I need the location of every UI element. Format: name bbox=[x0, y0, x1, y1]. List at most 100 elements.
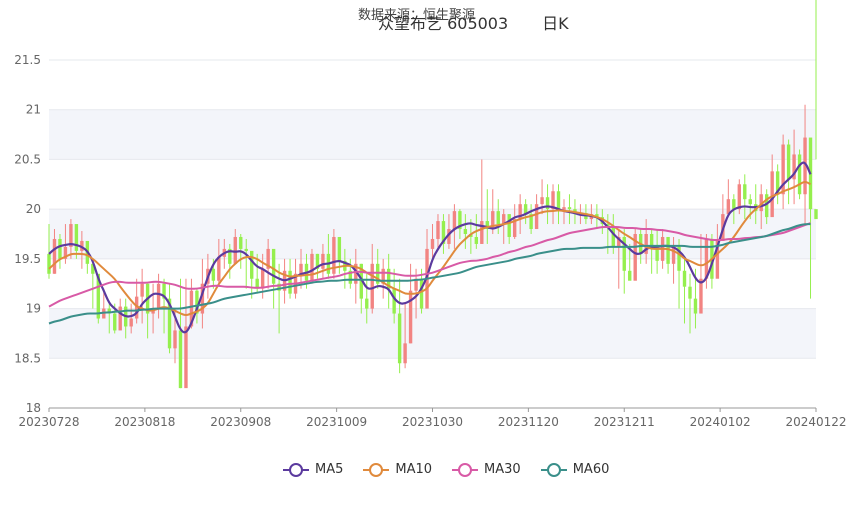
candle-body bbox=[474, 236, 479, 244]
candle-body bbox=[628, 270, 632, 281]
candle-body bbox=[814, 209, 818, 220]
legend-label-ma30: MA30 bbox=[484, 462, 521, 477]
candle-body bbox=[507, 214, 511, 237]
y-tick-label: 20.5 bbox=[14, 152, 41, 166]
candle[interactable] bbox=[310, 248, 314, 284]
x-axis-ticks: 20230728 20230818 20230908 20231009 20231030… bbox=[18, 407, 847, 429]
candle-body bbox=[233, 236, 237, 264]
candle-body bbox=[211, 268, 216, 281]
legend-item-ma60[interactable]: MA60 bbox=[540, 462, 610, 477]
candle-body bbox=[430, 238, 435, 249]
y-tick-label: 19 bbox=[26, 302, 41, 316]
candle-body bbox=[239, 236, 243, 249]
candle[interactable] bbox=[666, 236, 670, 274]
candle[interactable] bbox=[337, 236, 342, 274]
candle-body bbox=[463, 229, 468, 234]
candle-body bbox=[452, 211, 457, 230]
x-tick-label: 20240102 bbox=[690, 415, 751, 429]
ma60-swatch-icon bbox=[540, 462, 567, 477]
candle-body bbox=[496, 211, 500, 225]
candle-body bbox=[419, 278, 424, 309]
candle-body bbox=[743, 184, 747, 200]
candle-body bbox=[244, 248, 248, 251]
candle-body bbox=[321, 253, 325, 269]
candle[interactable] bbox=[184, 278, 188, 389]
candle[interactable] bbox=[58, 234, 62, 269]
candle-body bbox=[797, 154, 802, 195]
y-axis-ticks: 18 18.5 19 19.5 20 20.5 21 21.5 bbox=[14, 53, 41, 415]
candle[interactable] bbox=[381, 258, 385, 299]
candle[interactable] bbox=[726, 179, 731, 215]
candle[interactable] bbox=[781, 134, 785, 210]
candle-body bbox=[184, 326, 188, 389]
candle[interactable] bbox=[770, 154, 774, 218]
y-tick-label: 18.5 bbox=[14, 351, 41, 365]
candle-body bbox=[567, 207, 572, 210]
y-tick-label: 19.5 bbox=[14, 252, 41, 266]
candle-body bbox=[699, 278, 703, 314]
candle-body bbox=[310, 253, 314, 281]
candle[interactable] bbox=[228, 243, 232, 279]
x-tick-label: 20230908 bbox=[210, 415, 271, 429]
candle-body bbox=[770, 171, 774, 218]
candle[interactable] bbox=[633, 229, 637, 281]
candle-body bbox=[288, 270, 292, 294]
y-tick-label: 21 bbox=[26, 103, 41, 117]
candle[interactable] bbox=[271, 248, 276, 309]
candle[interactable] bbox=[534, 194, 539, 230]
candle[interactable] bbox=[491, 189, 495, 234]
candle-body bbox=[173, 330, 177, 349]
candle[interactable] bbox=[397, 278, 402, 374]
candle[interactable] bbox=[167, 283, 172, 354]
candle-body bbox=[786, 144, 791, 180]
x-tick-label: 20231009 bbox=[306, 415, 367, 429]
candle-body bbox=[611, 227, 615, 247]
candle[interactable] bbox=[178, 278, 183, 389]
candle-body bbox=[397, 313, 402, 364]
ma10-swatch-icon bbox=[363, 462, 390, 477]
candle-body bbox=[737, 184, 741, 210]
candle-body bbox=[140, 283, 144, 297]
candle-body bbox=[748, 199, 752, 205]
legend-label-ma60: MA60 bbox=[572, 462, 610, 477]
candle-body bbox=[682, 270, 687, 287]
candle-body bbox=[271, 248, 276, 284]
candle-body bbox=[403, 343, 407, 364]
candle[interactable] bbox=[134, 278, 139, 324]
candle[interactable] bbox=[797, 149, 802, 200]
candle[interactable] bbox=[293, 258, 298, 299]
x-tick-label: 20230728 bbox=[18, 415, 79, 429]
candle-body bbox=[58, 238, 62, 259]
candle[interactable] bbox=[480, 159, 484, 244]
candle-body bbox=[129, 318, 133, 327]
legend: MA5 MA10 MA30 MA60 bbox=[283, 462, 609, 477]
candle-body bbox=[480, 221, 484, 244]
candle-body bbox=[693, 298, 698, 314]
x-tick-label: 20231211 bbox=[594, 415, 655, 429]
candle[interactable] bbox=[786, 139, 791, 205]
x-tick-label: 20230818 bbox=[114, 415, 175, 429]
candle-body bbox=[156, 283, 161, 309]
candlestick-chart[interactable]: 18 18.5 19 19.5 20 20.5 21 21.5 20230728 2023081… bbox=[0, 0, 850, 518]
candle-body bbox=[250, 250, 254, 279]
candle-body bbox=[178, 330, 183, 389]
y-tick-label: 21.5 bbox=[14, 53, 41, 67]
candle-body bbox=[118, 306, 122, 331]
ma5-swatch-icon bbox=[283, 462, 309, 477]
candle-body bbox=[540, 197, 544, 205]
legend-item-ma5[interactable]: MA5 bbox=[283, 462, 343, 477]
candle[interactable] bbox=[622, 229, 626, 294]
y-tick-label: 18 bbox=[26, 401, 41, 415]
legend-label-ma10: MA10 bbox=[395, 462, 433, 477]
candle[interactable] bbox=[775, 164, 780, 205]
ma30-swatch-icon bbox=[452, 462, 479, 477]
plot-band bbox=[49, 109, 816, 160]
candle-body bbox=[260, 268, 265, 289]
candle[interactable] bbox=[85, 240, 90, 274]
legend-item-ma10[interactable]: MA10 bbox=[363, 462, 432, 477]
candle[interactable] bbox=[737, 179, 741, 215]
candle-body bbox=[370, 263, 374, 309]
candle-body bbox=[688, 286, 692, 299]
candle-body bbox=[113, 313, 117, 331]
legend-item-ma30[interactable]: MA30 bbox=[452, 462, 521, 477]
